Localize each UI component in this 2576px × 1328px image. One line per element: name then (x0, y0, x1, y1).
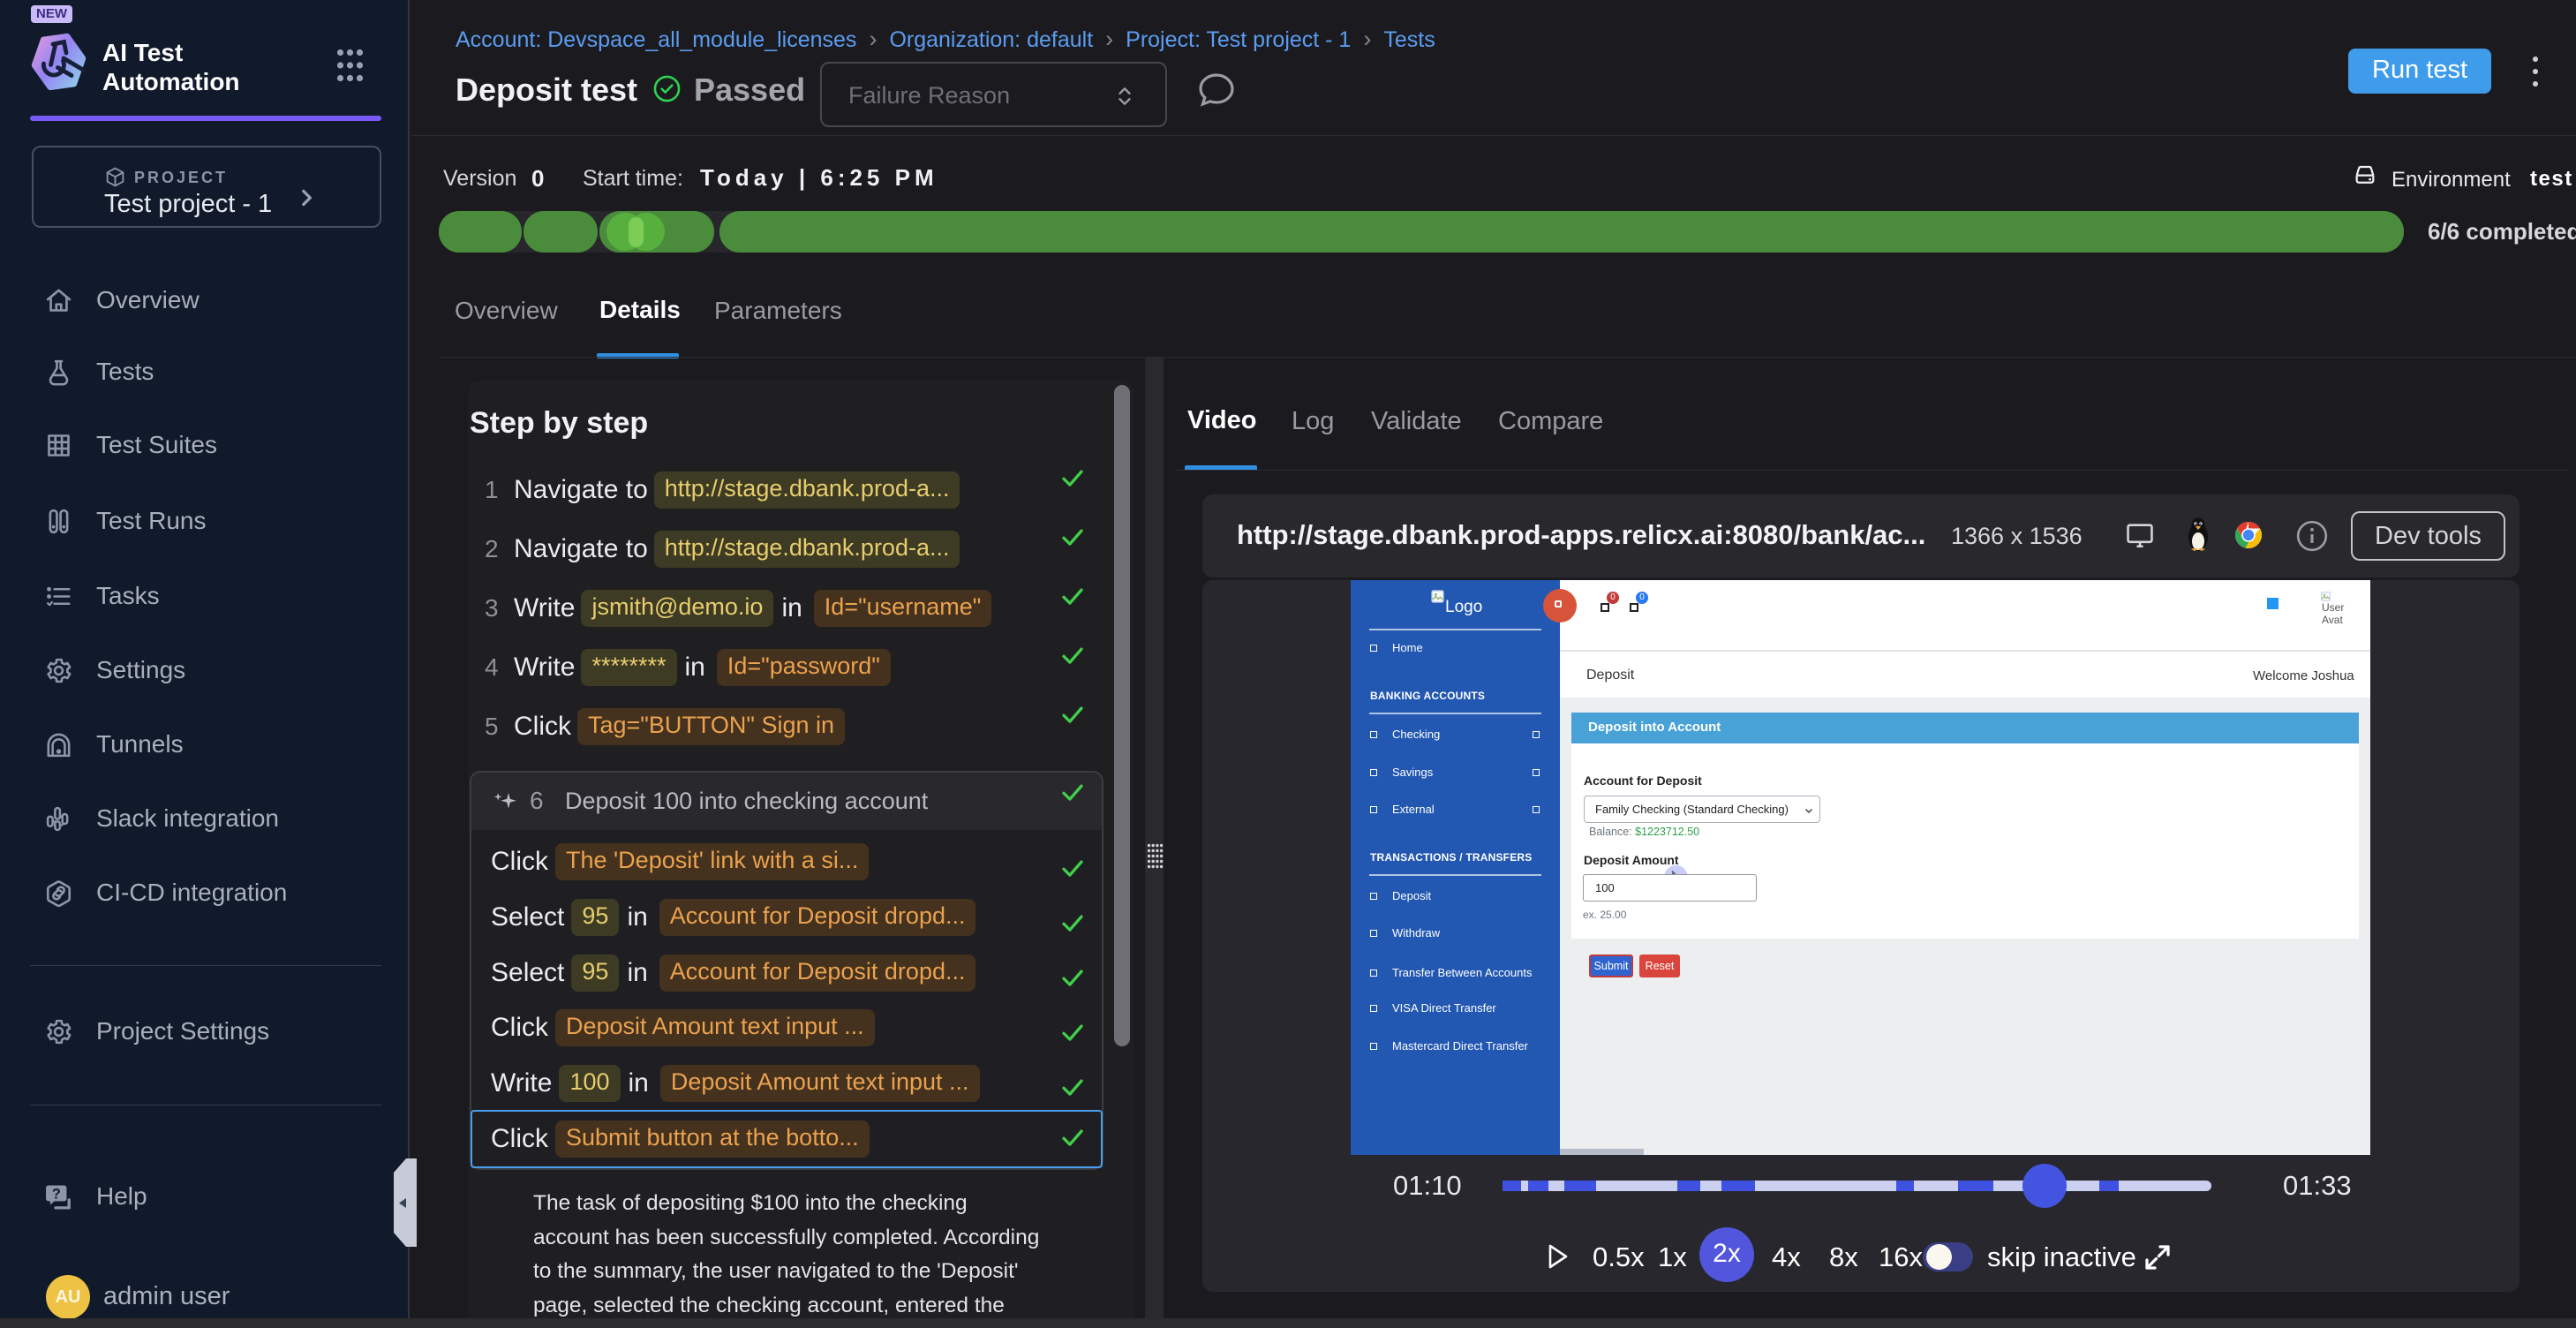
svg-text:?: ? (52, 1186, 61, 1202)
